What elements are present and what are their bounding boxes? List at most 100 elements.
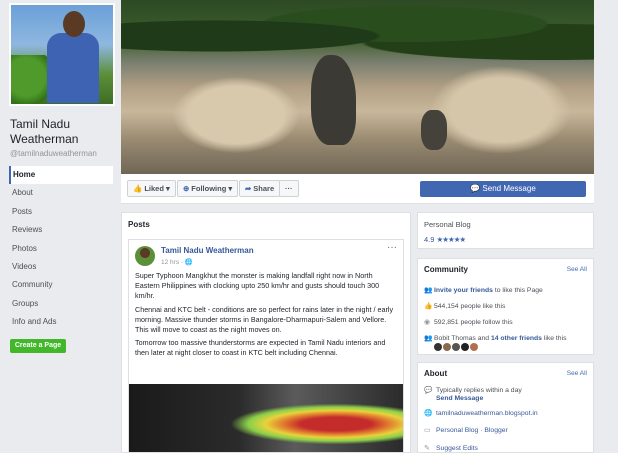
rss-icon: ⊕ [183,184,190,193]
invite-suffix: to like this Page [494,287,543,294]
left-nav: Home About Posts Reviews Photos Videos C… [9,166,113,332]
post-author[interactable]: Tamil Nadu Weatherman [161,246,254,255]
category-personal-blog[interactable]: Personal Blog [436,427,478,434]
response-row: 💬 Typically replies within a day [424,386,522,394]
liked-label: Liked [144,184,164,193]
friend-faces [424,343,479,353]
post-options-button[interactable]: ··· [387,242,397,253]
globe-icon: 🌐 [424,410,433,417]
other-friends-link[interactable]: 14 other friends [491,335,542,342]
create-page-button[interactable]: Create a Page [10,339,66,353]
more-button[interactable]: ··· [279,180,299,197]
tag-icon: ▭ [424,427,431,434]
nav-info-and-ads[interactable]: Info and Ads [9,313,113,331]
nav-home[interactable]: Home [9,166,113,185]
follows-count: 592,851 people follow this [434,319,513,326]
star-rating-icon: ★★★★★ [436,235,467,244]
about-send-message-row: Send Message [424,395,483,402]
nav-posts[interactable]: Posts [9,203,113,221]
chevron-down-icon: ▾ [228,184,233,193]
nav-photos[interactable]: Photos [9,240,113,258]
category-label[interactable]: Personal Blog [424,220,471,229]
post-time-text: 12 hrs [161,259,180,266]
nav-about[interactable]: About [9,184,113,202]
messenger-icon: 💬 [424,387,433,394]
pencil-icon: ✎ [424,445,430,452]
about-card: About See All 💬 Typically replies within … [417,362,594,453]
liked-button[interactable]: 👍 Liked ▾ [127,180,176,197]
follow-icon: ◉ [424,319,430,326]
likes-count: 544,154 people like this [434,303,506,310]
nav-videos[interactable]: Videos [9,258,113,276]
rating[interactable]: 4.9 ★★★★★ [424,235,467,244]
avatar[interactable] [461,343,469,351]
messenger-icon: 💬 [470,184,481,193]
following-button[interactable]: ⊕ Following ▾ [177,180,239,197]
post-card: Tamil Nadu Weatherman 12 hrs · 🌐 ··· Sup… [128,239,404,452]
category-rating-card: Personal Blog 4.9 ★★★★★ [417,212,594,249]
community-title: Community [424,265,468,274]
thumbs-up-icon: 👍 [424,303,433,310]
post-paragraph: Super Typhoon Mangkhut the monster is ma… [135,271,380,301]
post-body: Super Typhoon Mangkhut the monster is ma… [135,271,399,362]
website-link[interactable]: tamilnaduweatherman.blogspot.in [436,410,538,417]
about-send-message-link[interactable]: Send Message [436,395,483,402]
post-paragraph: Tomorrow too massive thunderstorms are e… [135,338,386,358]
nav-reviews[interactable]: Reviews [9,221,113,239]
thumbs-up-icon: 👍 [133,184,143,193]
friends-like-this: like this [543,335,567,342]
rating-value: 4.9 [424,235,435,244]
cover-rock-small [421,110,447,150]
cover-photo[interactable] [121,0,594,174]
invite-friends-icon: 👥 [424,287,433,294]
send-message-button[interactable]: 💬 Send Message [420,181,586,197]
avatar[interactable] [452,343,460,351]
page-handle[interactable]: @tamilnaduweatherman [10,149,97,158]
friends-row: 👥 Bobit Thomas and 14 other friends like … [424,334,567,342]
about-title: About [424,369,448,378]
page-title[interactable]: Tamil Nadu Weatherman [10,117,120,147]
send-message-label: Send Message [482,184,536,193]
posts-section: Posts Tamil Nadu Weatherman 12 hrs · 🌐 ·… [121,212,411,453]
posts-header: Posts [128,220,150,229]
friend-name[interactable]: Bobit Thomas [434,335,476,342]
invite-row: 👥 Invite your friends to like this Page [424,286,543,294]
community-see-all-link[interactable]: See All [567,266,587,273]
friends-icon: 👥 [424,335,433,342]
likes-row: 👍 544,154 people like this [424,302,505,310]
cover-rock [311,55,356,145]
cover-trees [121,0,594,60]
response-time: Typically replies within a day [436,387,522,394]
share-icon: ➦ [245,184,252,193]
invite-friends-link[interactable]: Invite your friends [434,287,493,294]
nav-community[interactable]: Community [9,276,113,294]
website-row: 🌐 tamilnaduweatherman.blogspot.in [424,409,538,417]
profile-picture[interactable] [9,3,115,106]
follows-row: ◉ 592,851 people follow this [424,318,513,326]
chevron-down-icon: ▾ [166,184,170,193]
suggest-edits-link[interactable]: Suggest Edits [436,445,478,452]
community-card: Community See All 👥 Invite your friends t… [417,258,594,355]
post-paragraph: Chennai and KTC belt - conditions are so… [135,304,394,335]
category-row: ▭ Personal Blog · Blogger [424,426,508,434]
avatar[interactable] [470,343,478,351]
category-blogger[interactable]: Blogger [484,427,507,434]
share-button[interactable]: ➦ Share [239,180,281,197]
friends-and: and [477,335,490,342]
nav-groups[interactable]: Groups [9,295,113,313]
following-label: Following [191,184,227,193]
suggest-row: ✎ Suggest Edits [424,444,478,452]
profile-person-body [47,33,99,103]
cover-waterfall-right [421,60,581,160]
cover-waterfall-left [161,70,311,160]
post-timestamp[interactable]: 12 hrs · 🌐 [161,258,193,266]
avatar[interactable] [443,343,451,351]
page-action-bar: 👍 Liked ▾ ⊕ Following ▾ ➦ Share ··· 💬 Send … [121,174,594,204]
share-label: Share [253,184,275,193]
avatar[interactable] [135,246,155,266]
globe-icon: 🌐 [184,259,193,266]
post-radar-image[interactable] [129,384,403,452]
about-see-all-link[interactable]: See All [567,370,587,377]
category-separator: · [480,427,483,434]
avatar[interactable] [434,343,442,351]
